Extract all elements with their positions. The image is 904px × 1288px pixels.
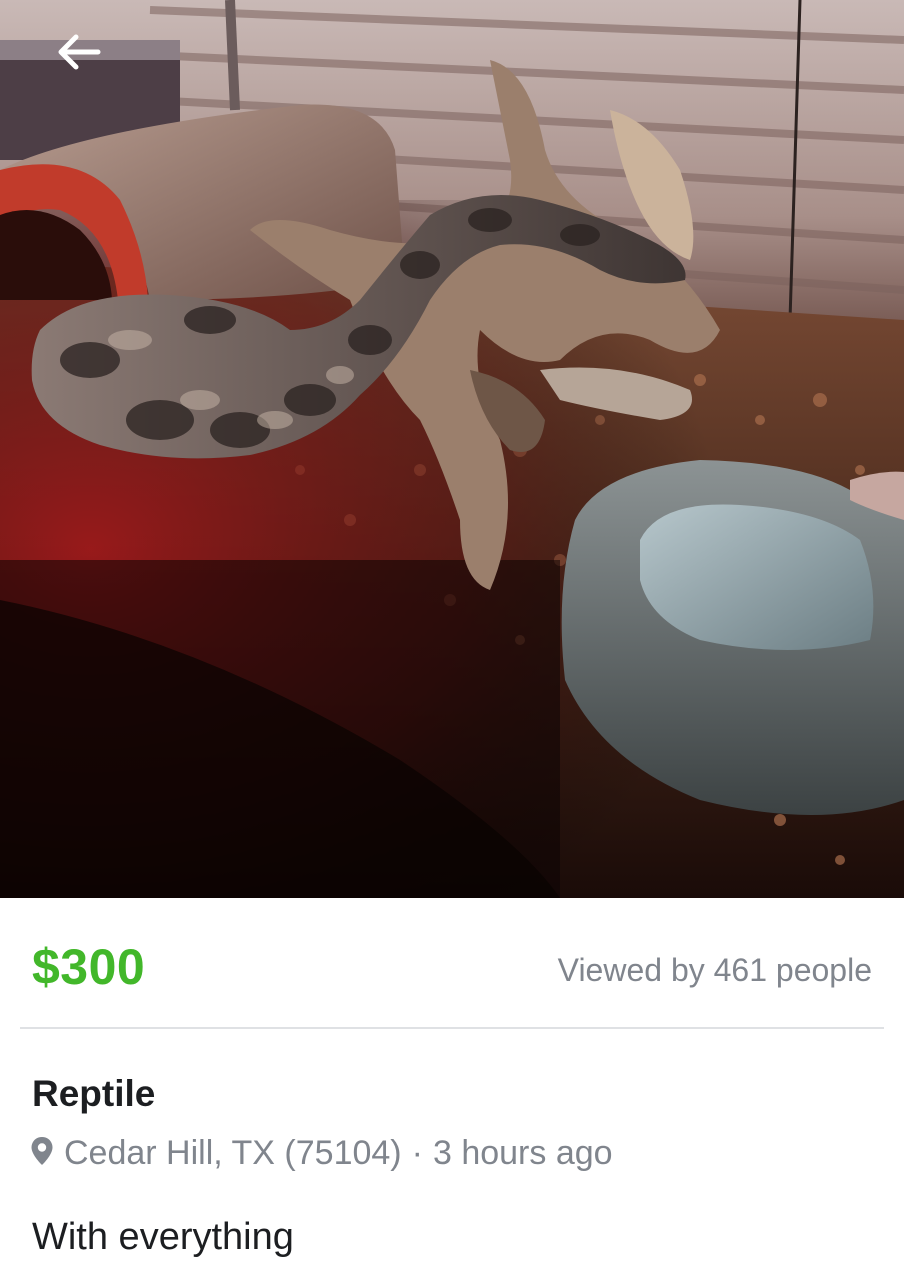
listing-title: Reptile: [32, 1073, 156, 1114]
listing-description: With everything: [32, 1216, 294, 1258]
separator: ·: [411, 1134, 423, 1172]
listing-price: $300: [32, 939, 146, 995]
listing-screen: $300 Viewed by 461 people Reptile Cedar …: [0, 0, 904, 1288]
location-text[interactable]: Cedar Hill, TX (75104): [64, 1134, 402, 1173]
view-count: Viewed by 461 people: [557, 952, 872, 988]
arrow-left-icon: [58, 34, 101, 70]
posted-time: 3 hours ago: [432, 1134, 613, 1172]
listing-details: $300 Viewed by 461 people Reptile Cedar …: [0, 898, 904, 1288]
back-button[interactable]: [48, 24, 108, 80]
terrarium-photo-illustration: [0, 0, 904, 898]
location-row: Cedar Hill, TX (75104) · 3 hours ago: [30, 1134, 613, 1173]
divider: [20, 1027, 884, 1029]
listing-photo[interactable]: [0, 0, 904, 898]
map-pin-icon: [31, 1136, 53, 1165]
